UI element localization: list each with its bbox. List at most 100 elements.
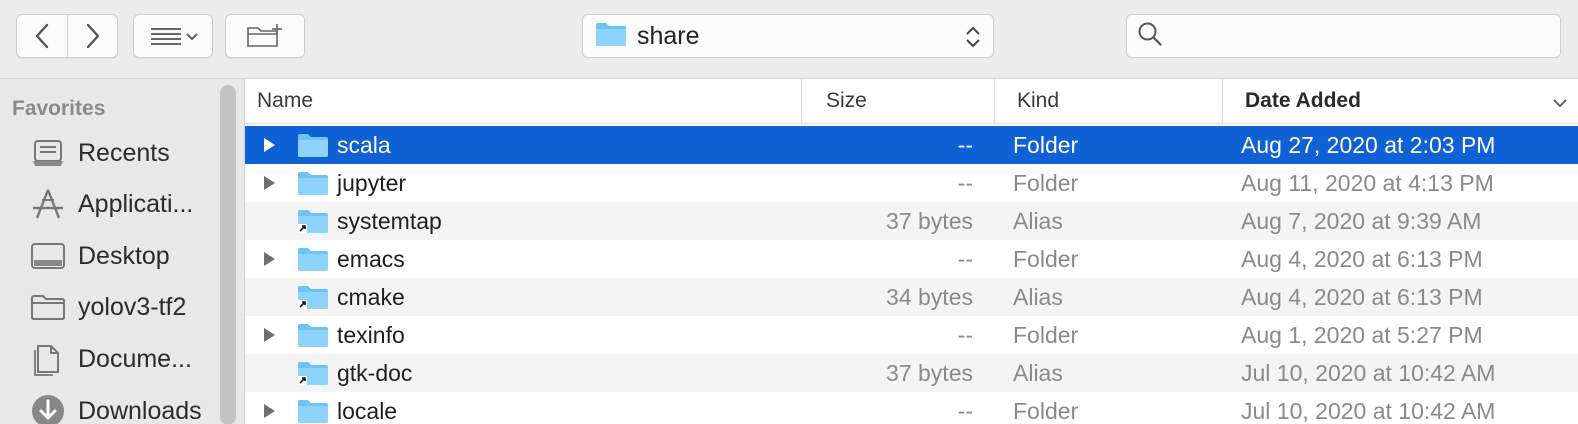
- file-size: 37 bytes: [886, 359, 973, 386]
- sidebar-item-label: Downloads: [78, 396, 202, 424]
- view-options-button[interactable]: [133, 14, 213, 58]
- file-size: --: [957, 245, 973, 272]
- folder-icon: [28, 287, 68, 327]
- file-size: 37 bytes: [886, 207, 973, 234]
- file-date-added: Jul 10, 2020 at 10:42 AM: [1241, 397, 1496, 424]
- sidebar-item-label: Desktop: [78, 241, 170, 270]
- search-icon: [1137, 21, 1163, 52]
- sidebar-item-label: yolov3-tf2: [78, 292, 187, 321]
- file-date-added: Aug 1, 2020 at 5:27 PM: [1241, 321, 1483, 348]
- sort-descending-icon: [1551, 93, 1569, 117]
- file-name: locale: [337, 397, 398, 424]
- sidebar-item-desktop[interactable]: Desktop: [0, 234, 215, 278]
- recents-icon: [28, 133, 68, 173]
- row-spacer: [255, 202, 283, 240]
- back-button[interactable]: [16, 14, 68, 58]
- file-name: gtk-doc: [337, 359, 413, 386]
- file-name: cmake: [337, 283, 405, 310]
- list-view-icon: [145, 24, 201, 48]
- forward-button[interactable]: [67, 14, 118, 58]
- new-folder-button[interactable]: [225, 14, 305, 58]
- file-size: --: [957, 169, 973, 196]
- file-list: Name Size Kind Date Added scala -- Folder A…: [244, 78, 1578, 424]
- sidebar-item-yolov3-tf2[interactable]: yolov3-tf2: [0, 285, 215, 329]
- desktop-icon: [28, 236, 68, 276]
- row-spacer: [255, 354, 283, 392]
- column-header-kind[interactable]: Kind: [994, 79, 1222, 123]
- file-kind: Alias: [1013, 359, 1063, 386]
- file-size: --: [957, 131, 973, 158]
- sidebar: Favorites Recents Applicati... Desktop y…: [0, 78, 244, 424]
- file-date-added: Aug 4, 2020 at 6:13 PM: [1241, 283, 1483, 310]
- alias-folder-icon: [297, 278, 329, 316]
- sidebar-heading-favorites: Favorites: [12, 97, 106, 120]
- file-size: --: [957, 321, 973, 348]
- column-header-date-added[interactable]: Date Added: [1222, 79, 1578, 123]
- file-name: emacs: [337, 245, 405, 272]
- file-kind: Folder: [1013, 131, 1079, 158]
- file-date-added: Jul 10, 2020 at 10:42 AM: [1241, 359, 1496, 386]
- disclosure-triangle-icon[interactable]: [255, 240, 283, 278]
- file-name: jupyter: [337, 169, 407, 196]
- sidebar-item-applications[interactable]: Applicati...: [0, 182, 215, 226]
- file-kind: Alias: [1013, 283, 1063, 310]
- disclosure-triangle-icon[interactable]: [255, 164, 283, 202]
- row-spacer: [255, 278, 283, 316]
- search-input[interactable]: [1171, 23, 1551, 49]
- disclosure-triangle-icon[interactable]: [255, 316, 283, 354]
- table-row[interactable]: texinfo -- Folder Aug 1, 2020 at 5:27 PM: [245, 316, 1578, 354]
- sidebar-item-label: Applicati...: [78, 189, 194, 218]
- table-row[interactable]: emacs -- Folder Aug 4, 2020 at 6:13 PM: [245, 240, 1578, 278]
- chevron-right-icon: [83, 22, 103, 50]
- file-date-added: Aug 4, 2020 at 6:13 PM: [1241, 245, 1483, 272]
- file-size: 34 bytes: [886, 283, 973, 310]
- file-date-added: Aug 11, 2020 at 4:13 PM: [1241, 169, 1494, 196]
- disclosure-triangle-icon[interactable]: [255, 126, 283, 164]
- file-date-added: Aug 7, 2020 at 9:39 AM: [1241, 207, 1482, 234]
- file-kind: Folder: [1013, 245, 1079, 272]
- applications-icon: [28, 184, 68, 224]
- folder-icon: [595, 21, 627, 52]
- sidebar-item-recents[interactable]: Recents: [0, 131, 215, 175]
- table-row[interactable]: cmake 34 bytes Alias Aug 4, 2020 at 6:13 PM: [245, 278, 1578, 316]
- sidebar-item-downloads[interactable]: Downloads: [0, 389, 215, 424]
- sidebar-item-documents[interactable]: Docume...: [0, 337, 215, 381]
- alias-folder-icon: [297, 354, 329, 392]
- table-row[interactable]: gtk-doc 37 bytes Alias Jul 10, 2020 at 10:4…: [245, 354, 1578, 392]
- table-row[interactable]: systemtap 37 bytes Alias Aug 7, 2020 at 9:3…: [245, 202, 1578, 240]
- column-header-name[interactable]: Name: [245, 79, 801, 123]
- search-field[interactable]: [1126, 14, 1561, 58]
- file-kind: Alias: [1013, 207, 1063, 234]
- up-down-chevron-icon: [963, 23, 983, 56]
- file-kind: Folder: [1013, 169, 1079, 196]
- file-name: texinfo: [337, 321, 405, 348]
- table-row[interactable]: locale -- Folder Jul 10, 2020 at 10:42 AM: [245, 392, 1578, 424]
- disclosure-triangle-icon[interactable]: [255, 392, 283, 424]
- file-kind: Folder: [1013, 321, 1079, 348]
- folder-icon: [297, 316, 329, 354]
- folder-icon: [297, 164, 329, 202]
- column-header-size[interactable]: Size: [801, 79, 994, 123]
- sidebar-item-label: Docume...: [78, 344, 192, 373]
- column-header: Name Size Kind Date Added: [245, 79, 1578, 124]
- table-row[interactable]: scala -- Folder Aug 27, 2020 at 2:03 PM: [245, 126, 1578, 164]
- folder-icon: [297, 240, 329, 278]
- new-folder-icon: [245, 22, 285, 50]
- sidebar-scroll-thumb[interactable]: [220, 85, 236, 424]
- file-name: systemtap: [337, 207, 442, 234]
- folder-icon: [297, 392, 329, 424]
- column-header-date-label: Date Added: [1245, 89, 1361, 112]
- chevron-left-icon: [32, 22, 52, 50]
- sidebar-item-label: Recents: [78, 138, 170, 167]
- alias-folder-icon: [297, 202, 329, 240]
- file-name: scala: [337, 131, 391, 158]
- path-popup-button[interactable]: share: [582, 14, 994, 58]
- toolbar: share: [0, 0, 1578, 78]
- file-kind: Folder: [1013, 397, 1079, 424]
- folder-icon: [297, 126, 329, 164]
- downloads-icon: [28, 391, 68, 424]
- documents-icon: [28, 339, 68, 379]
- table-row[interactable]: jupyter -- Folder Aug 11, 2020 at 4:13 PM: [245, 164, 1578, 202]
- file-date-added: Aug 27, 2020 at 2:03 PM: [1241, 131, 1496, 158]
- path-label: share: [637, 21, 700, 50]
